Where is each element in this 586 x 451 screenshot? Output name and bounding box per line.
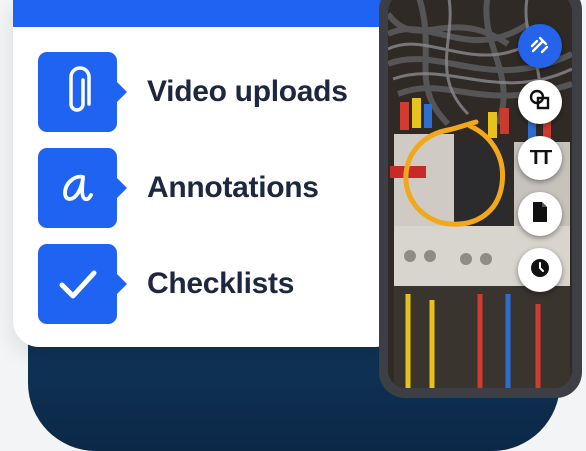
feature-label: Video uploads bbox=[147, 75, 348, 108]
checkmark-icon bbox=[38, 244, 127, 324]
handwriting-a-icon bbox=[38, 148, 127, 228]
document-tool-button[interactable] bbox=[518, 192, 562, 236]
shapes-icon bbox=[528, 88, 552, 117]
card-header-strip bbox=[13, 0, 401, 27]
feature-label: Annotations bbox=[147, 171, 319, 204]
feature-label: Checklists bbox=[147, 267, 295, 300]
text-tool-button[interactable]: TT bbox=[518, 136, 562, 180]
pen-icon bbox=[528, 32, 552, 61]
clock-icon bbox=[528, 256, 552, 285]
shapes-tool-button[interactable] bbox=[518, 80, 562, 124]
phone-frame: TT bbox=[379, 0, 582, 398]
features-card: Video uploads Annotations Checklists bbox=[13, 0, 401, 347]
feature-annotations: Annotations bbox=[38, 148, 398, 228]
document-icon bbox=[529, 200, 551, 229]
feature-video-uploads: Video uploads bbox=[38, 52, 398, 132]
text-size-icon: TT bbox=[529, 146, 552, 169]
clock-tool-button[interactable] bbox=[518, 248, 562, 292]
draw-tool-button[interactable] bbox=[518, 24, 562, 68]
paperclip-icon bbox=[38, 52, 127, 132]
feature-checklists: Checklists bbox=[38, 244, 398, 324]
electrical-panel-photo: TT bbox=[388, 0, 572, 388]
